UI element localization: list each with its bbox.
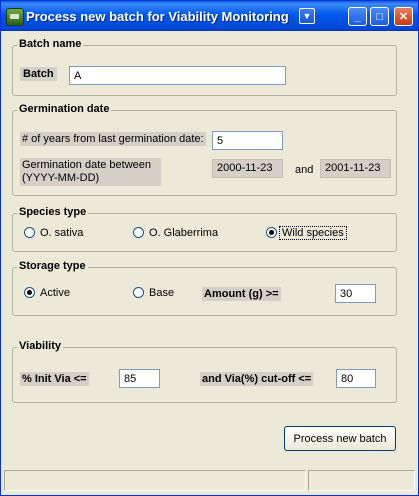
window-title: Process new batch for Viability Monitori… — [26, 9, 289, 24]
window-menu-dropdown-icon[interactable]: ▼ — [299, 8, 315, 24]
species-type-legend: Species type — [17, 206, 89, 218]
maximize-button[interactable]: □ — [370, 7, 389, 26]
date-between-label-line1: Germination date between — [22, 159, 152, 171]
date-between-label: Germination date between (YYYY-MM-DD) — [20, 158, 161, 186]
storage-type-legend: Storage type — [17, 260, 88, 272]
germination-date-legend: Germination date — [17, 103, 112, 115]
app-icon[interactable] — [6, 8, 24, 26]
years-input[interactable] — [212, 131, 283, 150]
species-radio-o-sativa[interactable] — [24, 227, 35, 238]
date-to-field: 2001-11-23 — [320, 159, 391, 178]
storage-radio-base[interactable] — [133, 287, 144, 298]
germination-date-group: Germination date # of years from last ge… — [12, 103, 397, 196]
species-option-o-glaberrima[interactable]: O. Glaberrima — [149, 227, 218, 239]
date-between-label-line2: (YYYY-MM-DD) — [22, 172, 100, 184]
via-cutoff-label: and Via(%) cut-off <= — [200, 372, 314, 386]
viability-group: Viability % Init Via <= and Via(%) cut-o… — [12, 340, 397, 403]
title-bar[interactable]: Process new batch for Viability Monitori… — [1, 1, 418, 31]
status-bar — [4, 470, 415, 492]
date-from-field: 2000-11-23 — [212, 159, 283, 178]
species-radio-wild-species[interactable] — [266, 227, 277, 238]
close-button[interactable]: ✕ — [394, 7, 413, 26]
viability-legend: Viability — [17, 340, 63, 352]
and-label: and — [295, 164, 314, 176]
years-label: # of years from last germination date: — [20, 132, 206, 146]
storage-option-base[interactable]: Base — [149, 287, 174, 299]
amount-input[interactable] — [335, 284, 376, 303]
batch-input[interactable] — [69, 66, 286, 85]
via-cutoff-input[interactable] — [336, 369, 376, 388]
status-panel-2 — [308, 470, 415, 491]
minimize-button[interactable]: _ — [348, 7, 367, 26]
species-option-o-sativa[interactable]: O. sativa — [40, 227, 83, 239]
storage-option-active[interactable]: Active — [40, 287, 70, 299]
amount-label: Amount (g) >= — [202, 287, 281, 301]
batch-name-legend: Batch name — [17, 38, 84, 50]
init-via-input[interactable] — [119, 369, 160, 388]
species-option-wild-species[interactable]: Wild species — [279, 226, 347, 240]
batch-name-group: Batch name Batch — [12, 38, 397, 96]
status-panel-1 — [4, 470, 306, 491]
init-via-label: % Init Via <= — [20, 372, 89, 386]
batch-label: Batch — [20, 67, 57, 81]
main-window: Process new batch for Viability Monitori… — [0, 0, 419, 496]
species-type-group: Species type O. sativa O. Glaberrima Wil… — [12, 206, 397, 252]
process-new-batch-button[interactable]: Process new batch — [284, 426, 396, 451]
storage-type-group: Storage type Active Base Amount (g) >= — [12, 260, 397, 316]
species-radio-o-glaberrima[interactable] — [133, 227, 144, 238]
storage-radio-active[interactable] — [24, 287, 35, 298]
